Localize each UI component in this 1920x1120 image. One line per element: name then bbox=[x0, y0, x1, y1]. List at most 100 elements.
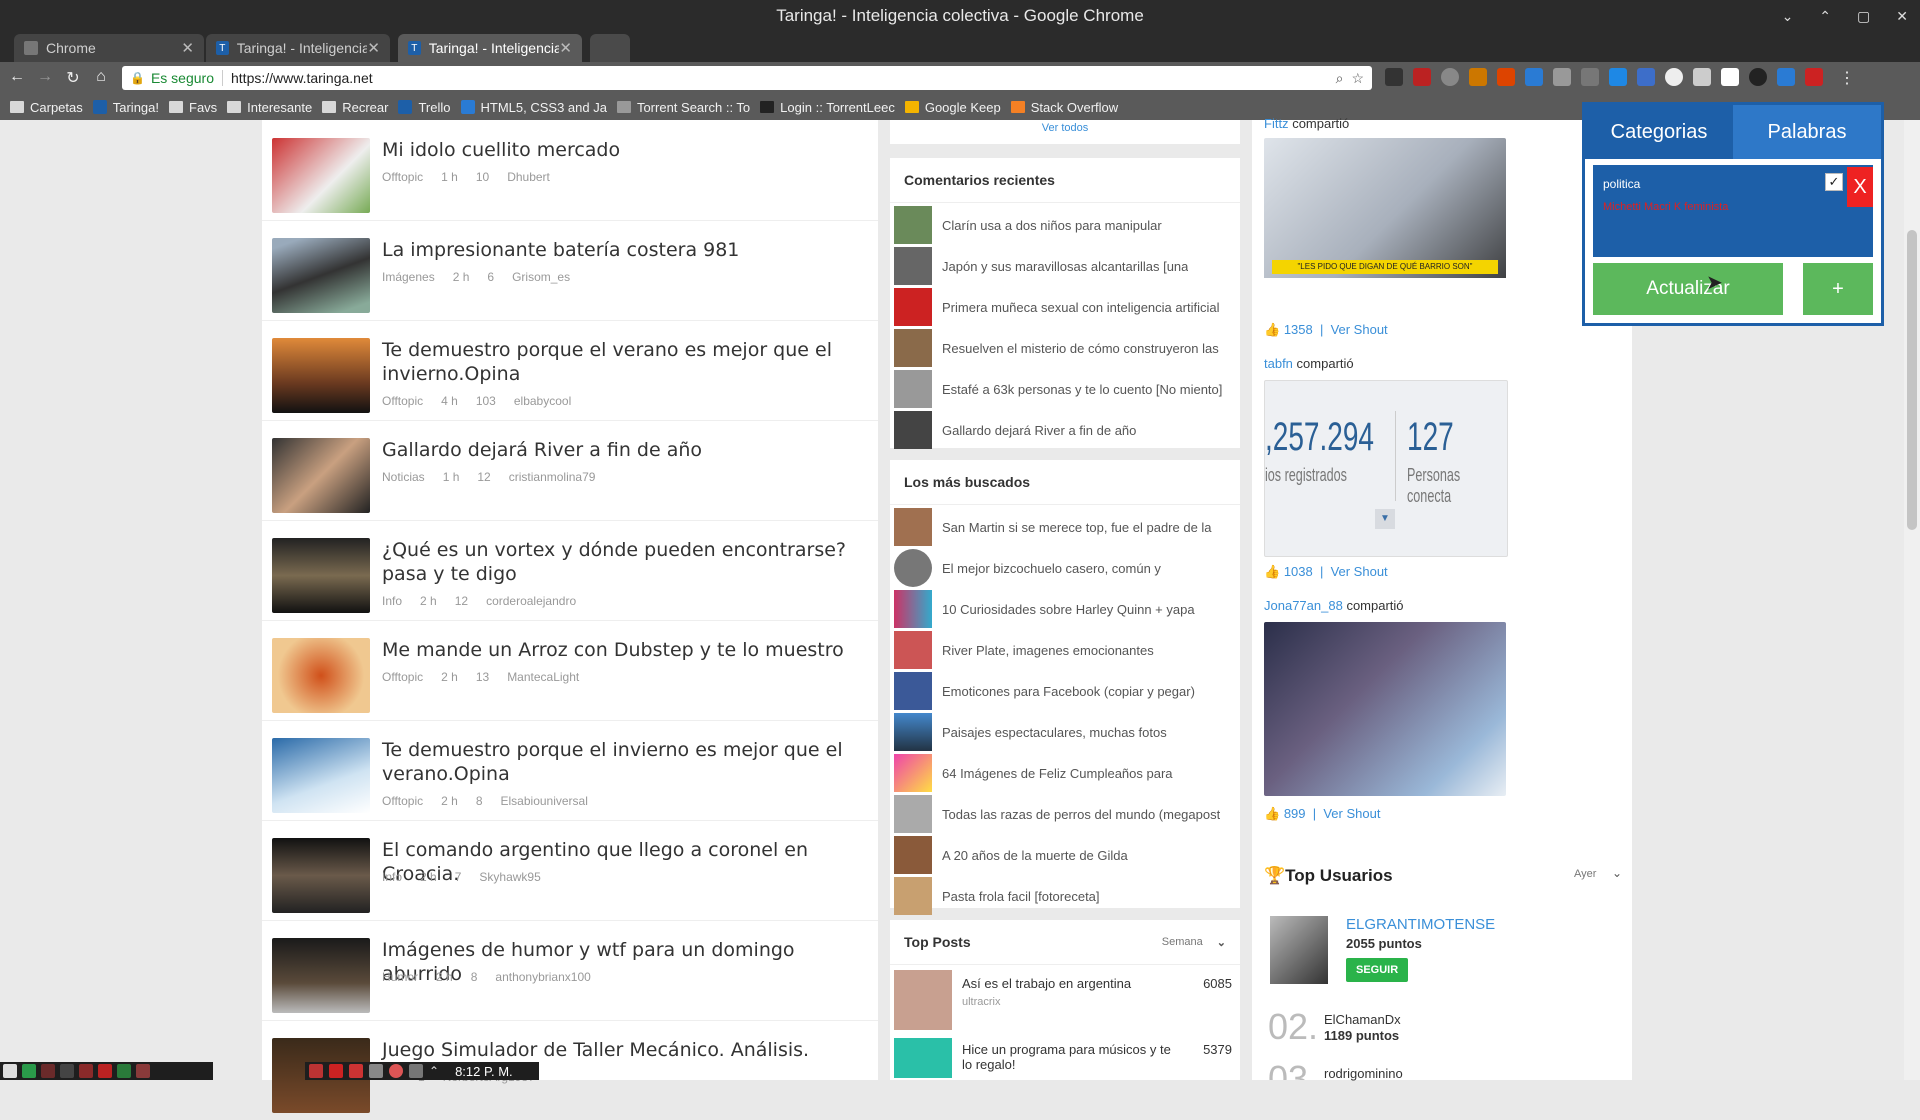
bookmark-item[interactable]: Stack Overflow bbox=[1010, 100, 1118, 115]
follow-button[interactable]: SEGUIR bbox=[1346, 958, 1409, 982]
chevron-up-icon[interactable]: ⌃ bbox=[429, 1064, 439, 1078]
chevron-down-icon[interactable]: ⌄ bbox=[1612, 866, 1622, 880]
tab-close-icon[interactable]: ✕ bbox=[181, 39, 194, 57]
extension-icon[interactable] bbox=[1553, 68, 1571, 86]
post-title[interactable]: Juego Simulador de Taller Mecánico. Anál… bbox=[382, 1038, 862, 1062]
post-title[interactable]: ¿Qué es un vortex y dónde pueden encontr… bbox=[382, 538, 862, 586]
extension-icon[interactable] bbox=[1441, 68, 1459, 86]
top-post-title[interactable]: Así es el trabajo en argentina bbox=[962, 976, 1131, 991]
shout-author[interactable]: Jona77an_88 bbox=[1264, 598, 1343, 613]
app-icon[interactable] bbox=[98, 1064, 112, 1078]
app-icon[interactable] bbox=[117, 1064, 131, 1078]
post-title[interactable]: Gallardo dejará River a fin de año bbox=[382, 438, 862, 462]
app-icon[interactable] bbox=[22, 1064, 36, 1078]
like-count[interactable]: 👍 899 | Ver Shout bbox=[1264, 806, 1380, 822]
shout-author[interactable]: Fittz bbox=[1264, 116, 1289, 131]
post-thumbnail[interactable] bbox=[272, 238, 370, 313]
top-post-user[interactable]: ultracrix bbox=[962, 996, 1001, 1008]
period-select[interactable]: Semana bbox=[1162, 936, 1203, 948]
tab-taringa-1[interactable]: T Taringa! - Inteligencia c ✕ bbox=[206, 34, 390, 62]
list-item[interactable]: El mejor bizcochuelo casero, común y bbox=[894, 549, 1240, 587]
post-thumbnail[interactable] bbox=[272, 638, 370, 713]
tray-icon[interactable] bbox=[309, 1064, 323, 1078]
update-button[interactable]: Actualizar bbox=[1593, 263, 1783, 315]
list-item[interactable]: River Plate, imagenes emocionantes bbox=[894, 631, 1240, 669]
shield-icon[interactable] bbox=[349, 1064, 363, 1078]
filter-checkbox[interactable]: ✓ bbox=[1825, 173, 1843, 191]
bookmark-item[interactable]: Torrent Search :: To bbox=[616, 100, 750, 115]
home-icon[interactable]: ⌂ bbox=[90, 68, 112, 86]
list-item[interactable]: 64 Imágenes de Feliz Cumpleaños para bbox=[894, 754, 1240, 792]
list-item[interactable]: Estafé a 63k personas y te lo cuento [No… bbox=[894, 370, 1240, 408]
extension-icon[interactable] bbox=[1749, 68, 1767, 86]
chevron-down-icon[interactable]: ⌄ bbox=[1217, 936, 1226, 949]
shout-image[interactable]: "LES PIDO QUE DIGAN DE QUÉ BARRIO SON" bbox=[1264, 138, 1506, 312]
post-thumbnail[interactable] bbox=[272, 338, 370, 413]
list-item[interactable]: Primera muñeca sexual con inteligencia a… bbox=[894, 288, 1240, 326]
post-item[interactable]: ¿Qué es un vortex y dónde pueden encontr… bbox=[262, 520, 878, 621]
extension-icon[interactable] bbox=[1525, 68, 1543, 86]
post-title[interactable]: Te demuestro porque el verano es mejor q… bbox=[382, 338, 862, 386]
tray-icon[interactable] bbox=[329, 1064, 343, 1078]
period-select[interactable]: Ayer bbox=[1574, 868, 1596, 880]
like-count[interactable]: 👍 1038 | Ver Shout bbox=[1264, 564, 1388, 580]
shout-image[interactable] bbox=[1264, 622, 1506, 796]
tab-close-icon[interactable]: ✕ bbox=[367, 39, 380, 57]
post-item[interactable]: Mi idolo cuellito mercado Offtopic 1 h 10 D… bbox=[262, 120, 878, 221]
post-thumbnail[interactable] bbox=[272, 538, 370, 613]
app-icon[interactable] bbox=[60, 1064, 74, 1078]
post-thumbnail[interactable] bbox=[272, 738, 370, 813]
post-title[interactable]: Mi idolo cuellito mercado bbox=[382, 138, 862, 162]
list-item[interactable]: Japón y sus maravillosas alcantarillas [… bbox=[894, 247, 1240, 285]
menu-icon[interactable]: ⋮ bbox=[1839, 68, 1855, 88]
bookmark-item[interactable]: Favs bbox=[169, 100, 217, 115]
bookmark-item[interactable]: Interesante bbox=[227, 100, 312, 115]
tab-close-icon[interactable]: ✕ bbox=[559, 39, 572, 57]
bookmark-item[interactable]: Recrear bbox=[322, 100, 388, 115]
post-item[interactable]: Me mande un Arroz con Dubstep y te lo mu… bbox=[262, 620, 878, 721]
post-title[interactable]: La impresionante batería costera 981 bbox=[382, 238, 862, 262]
extension-icon[interactable] bbox=[1693, 68, 1711, 86]
app-icon[interactable] bbox=[3, 1064, 17, 1078]
avatar[interactable] bbox=[1270, 916, 1328, 984]
extension-icon[interactable] bbox=[1413, 68, 1431, 86]
url-text[interactable]: https://www.taringa.net bbox=[231, 70, 373, 86]
chevron-down-icon[interactable]: ▼ bbox=[1375, 509, 1395, 529]
list-item[interactable]: Resuelven el misterio de cómo construyer… bbox=[894, 329, 1240, 367]
list-item[interactable]: San Martin si se merece top, fue el padr… bbox=[894, 508, 1240, 546]
tab-taringa-2[interactable]: T Taringa! - Inteligencia c ✕ bbox=[398, 34, 582, 62]
extension-icon[interactable] bbox=[1665, 68, 1683, 86]
taringa-filter-extension-icon[interactable] bbox=[1805, 68, 1823, 86]
zoom-icon[interactable]: ⌕ bbox=[1336, 70, 1344, 87]
post-thumbnail[interactable] bbox=[272, 438, 370, 513]
bookmark-item[interactable]: Carpetas bbox=[10, 100, 83, 115]
shout-image[interactable]: ,257.294 ios registrados 127 Personas co… bbox=[1264, 380, 1508, 557]
bookmark-item[interactable]: Google Keep bbox=[904, 100, 1001, 115]
post-item[interactable]: Gallardo dejará River a fin de año Notic… bbox=[262, 420, 878, 521]
app-icon[interactable] bbox=[136, 1064, 150, 1078]
back-icon[interactable]: ← bbox=[6, 68, 28, 86]
tab-palabras[interactable]: Palabras bbox=[1733, 105, 1881, 159]
extension-icon[interactable] bbox=[1469, 68, 1487, 86]
app-icon[interactable] bbox=[79, 1064, 93, 1078]
shout-author[interactable]: tabfn bbox=[1264, 356, 1293, 371]
filter-word[interactable]: politica bbox=[1603, 177, 1640, 191]
filter-words-input[interactable]: Michetti Macri K feminista bbox=[1603, 201, 1728, 213]
bookmark-item[interactable]: Trello bbox=[398, 100, 451, 115]
post-thumbnail[interactable] bbox=[272, 838, 370, 913]
list-item[interactable]: Todas las razas de perros del mundo (meg… bbox=[894, 795, 1240, 833]
list-item[interactable]: Paisajes espectaculares, muchas fotos bbox=[894, 713, 1240, 751]
app-icon[interactable] bbox=[41, 1064, 55, 1078]
post-thumbnail[interactable] bbox=[272, 138, 370, 213]
post-item[interactable]: El comando argentino que llego a coronel… bbox=[262, 820, 878, 921]
post-item[interactable]: Te demuestro porque el verano es mejor q… bbox=[262, 320, 878, 421]
top-user-name[interactable]: ElChamanDx bbox=[1324, 1012, 1401, 1027]
extension-icon[interactable] bbox=[1777, 68, 1795, 86]
forward-icon[interactable]: → bbox=[34, 68, 56, 86]
extension-icon[interactable] bbox=[1385, 68, 1403, 86]
tray-icon[interactable] bbox=[389, 1064, 403, 1078]
bookmark-item[interactable]: Login :: TorrentLeec bbox=[760, 100, 895, 115]
add-button[interactable]: + bbox=[1803, 263, 1873, 315]
post-title[interactable]: Me mande un Arroz con Dubstep y te lo mu… bbox=[382, 638, 862, 662]
ver-shout-link[interactable]: Ver Shout bbox=[1331, 564, 1388, 579]
